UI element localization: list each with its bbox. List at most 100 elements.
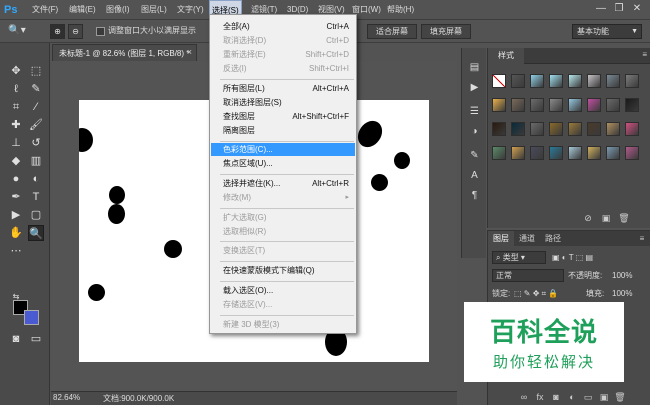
style-swatch[interactable] [492,122,506,136]
menu-item-modify[interactable]: 修改(M) ▸ [211,191,355,204]
style-swatch[interactable] [568,98,582,112]
style-swatch[interactable] [511,74,525,88]
menu-item-select-and-mask[interactable]: 选择并遮住(K)... Alt+Ctrl+R [211,177,355,190]
actions-play-icon[interactable]: ▶ [467,80,482,95]
style-swatch[interactable] [625,98,639,112]
history-brush-icon[interactable]: ↺ [28,135,44,151]
opacity-value[interactable]: 100% [612,269,632,282]
tab-layers[interactable]: 图层 [488,231,514,246]
fill-value[interactable]: 100% [612,287,632,300]
menu-item-isolate-layers[interactable]: 隔离图层 [211,124,355,137]
style-swatch[interactable] [511,146,525,160]
zoom-tool-preset-icon[interactable]: 🔍▾ [4,24,30,39]
style-swatch[interactable] [606,122,620,136]
style-swatch[interactable] [568,74,582,88]
trash-icon[interactable]: 🗑 [618,212,630,224]
menu-item-reselect[interactable]: 重新选择(E) Shift+Ctrl+D [211,48,355,61]
link-layers-icon[interactable]: ∞ [518,391,530,403]
style-swatch[interactable] [587,146,601,160]
new-group-icon[interactable]: ▭ [582,391,594,403]
brush-settings-icon[interactable]: ✎ [467,148,482,163]
menu-help[interactable]: 帮助(H) [385,0,416,20]
style-swatch[interactable] [549,146,563,160]
new-style-icon[interactable]: ▣ [600,212,612,224]
properties-panel-icon[interactable]: ☰ [467,104,482,119]
healing-tool-icon[interactable]: ✚ [8,117,24,133]
style-swatch[interactable] [568,146,582,160]
fit-screen-button[interactable]: 适合屏幕 [367,24,417,39]
panel-menu-icon[interactable]: ≡ [637,231,647,246]
style-swatch[interactable] [530,146,544,160]
new-layer-icon[interactable]: ▣ [598,391,610,403]
more-tools-icon[interactable]: ⋯ [8,243,24,259]
menu-item-load-selection[interactable]: 载入选区(O)... [211,284,355,297]
document-tab[interactable]: 未标题-1 @ 82.6% (图层 1, RGB/8) * × [52,44,197,61]
style-swatch[interactable] [606,74,620,88]
zoom-in-icon[interactable]: ⊕ [50,24,65,39]
menu-item-select-all[interactable]: 全部(A) Ctrl+A [211,20,355,33]
hand-tool-icon[interactable]: ✋ [8,225,24,241]
brush-tool-icon[interactable]: 🖌 [28,117,44,133]
style-swatch[interactable] [587,98,601,112]
style-swatch[interactable] [587,122,601,136]
adjustments-panel-icon[interactable]: ◑ [467,124,482,139]
layer-mask-icon[interactable]: ◙ [550,391,562,403]
style-swatch[interactable] [511,122,525,136]
style-swatch[interactable] [549,74,563,88]
zoom-tool-icon[interactable]: 🔍 [28,225,44,241]
lock-icons[interactable]: ⬚ ✎ ✥ ⌗ 🔒 [514,287,558,300]
paragraph-panel-icon[interactable]: ¶ [467,188,482,203]
menu-image[interactable]: 图像(I) [104,0,132,20]
style-swatch[interactable] [625,146,639,160]
quick-mask-icon[interactable]: ◙ [8,331,24,347]
path-select-icon[interactable]: ▶ [8,207,24,223]
layer-effects-icon[interactable]: fx [534,391,546,403]
history-panel-icon[interactable]: ▤ [467,60,482,75]
menu-layer[interactable]: 图层(L) [139,0,169,20]
eyedropper-tool-icon[interactable]: ⁄ [28,99,44,115]
style-swatch[interactable] [625,122,639,136]
character-panel-icon[interactable]: A [467,168,482,183]
menu-item-save-selection[interactable]: 存储选区(V)... [211,298,355,311]
blur-tool-icon[interactable]: ● [8,171,24,187]
quick-select-tool-icon[interactable]: ✎ [28,81,44,97]
style-swatch[interactable] [492,146,506,160]
fill-screen-button[interactable]: 填充屏幕 [421,24,471,39]
tab-channels[interactable]: 通道 [514,231,540,246]
style-swatch[interactable] [606,98,620,112]
menu-edit[interactable]: 编辑(E) [67,0,98,20]
background-color-swatch[interactable] [24,310,39,325]
style-swatch[interactable] [549,122,563,136]
minimize-icon[interactable]: — [594,3,608,15]
menu-item-quick-mask[interactable]: 在快速蒙版模式下编辑(Q) [211,264,355,277]
menu-item-similar[interactable]: 选取相似(R) [211,225,355,238]
layer-filter-icons[interactable]: ▣ ◐ T ⬚ ▤ [552,251,593,264]
adjustment-layer-icon[interactable]: ◐ [566,391,578,403]
style-swatch[interactable] [606,146,620,160]
menu-item-grow[interactable]: 扩大选取(G) [211,211,355,224]
lasso-tool-icon[interactable]: ℓ [8,81,24,97]
clear-style-icon[interactable]: ⊘ [582,212,594,224]
menu-item-all-layers[interactable]: 所有图层(L) Alt+Ctrl+A [211,82,355,95]
close-icon[interactable]: × [187,47,192,57]
style-swatch[interactable] [492,74,506,88]
menu-item-new-3d-model[interactable]: 新建 3D 模型(3) [211,318,355,331]
eraser-tool-icon[interactable]: ◆ [8,153,24,169]
trash-icon[interactable]: 🗑 [614,391,626,403]
swap-colors-icon[interactable]: ⇆ [8,289,24,305]
style-swatch[interactable] [530,98,544,112]
menu-item-inverse[interactable]: 反选(I) Shift+Ctrl+I [211,62,355,75]
style-swatch[interactable] [587,74,601,88]
zoom-level[interactable]: 82.64% [53,393,80,402]
zoom-out-icon[interactable]: ⊖ [68,24,83,39]
style-swatch[interactable] [625,74,639,88]
document-info[interactable]: 文档:900.0K/900.0K [103,393,174,404]
style-swatch[interactable] [530,122,544,136]
screen-mode-icon[interactable]: ▭ [28,331,44,347]
restore-icon[interactable]: ❐ [612,3,626,15]
marquee-tool-icon[interactable]: ⬚ [28,63,44,79]
workspace-select[interactable]: 基本功能 ▼ [572,24,642,39]
gradient-tool-icon[interactable]: ▥ [28,153,44,169]
dodge-tool-icon[interactable]: ◐ [28,171,44,187]
menu-item-deselect-layers[interactable]: 取消选择图层(S) [211,96,355,109]
